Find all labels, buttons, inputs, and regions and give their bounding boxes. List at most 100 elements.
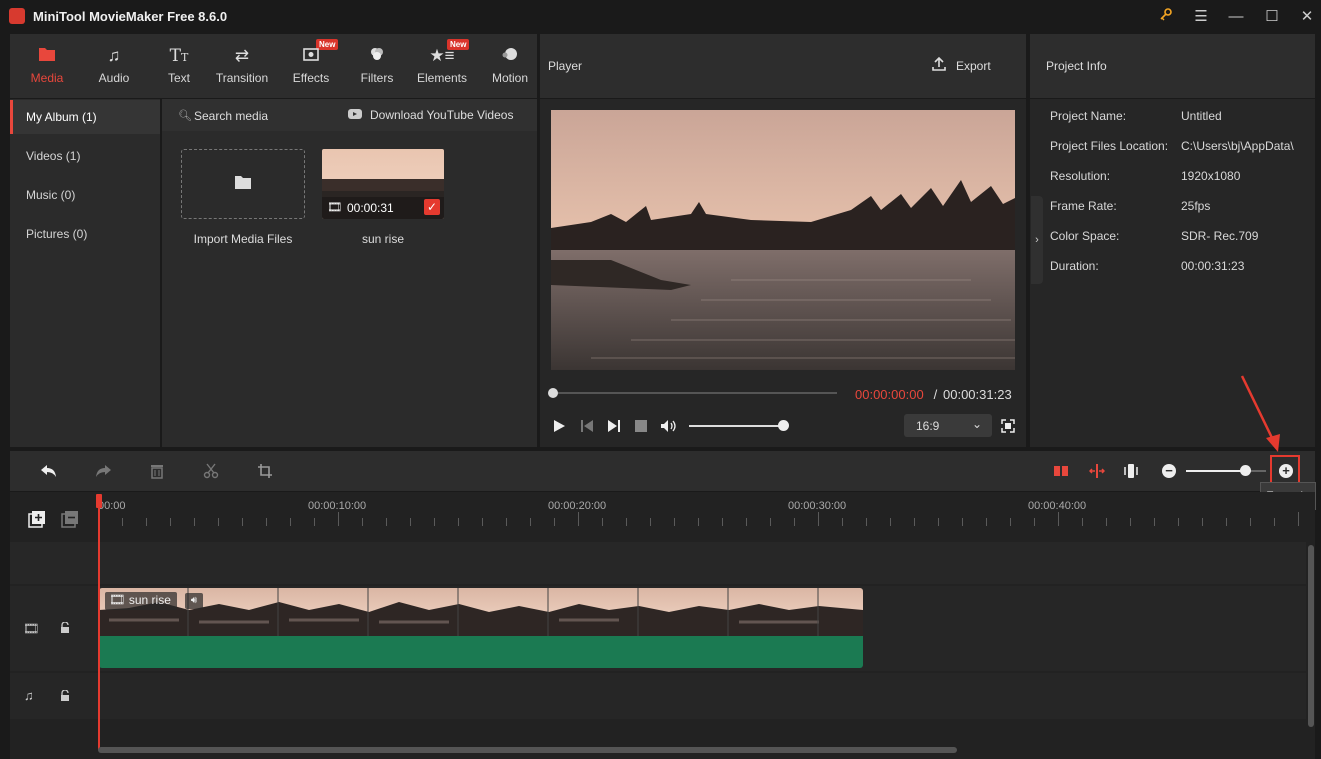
previous-frame-icon[interactable] xyxy=(580,419,594,436)
project-location-label: Project Files Location: xyxy=(1050,139,1169,153)
zoom-handle[interactable] xyxy=(1240,465,1251,476)
lock-icon[interactable] xyxy=(60,621,70,637)
tool-audio[interactable]: ♫ Audio xyxy=(81,34,147,98)
tool-transition[interactable]: ⇄ Transition xyxy=(209,34,275,98)
ruler-tick xyxy=(362,518,363,526)
clip-label: 🎞︎ sun rise xyxy=(105,592,177,610)
ruler-label: 00:00:20:00 xyxy=(548,500,607,512)
play-button[interactable] xyxy=(552,419,566,436)
fit-timeline-icon[interactable] xyxy=(1088,463,1106,482)
ruler-tick xyxy=(1082,518,1083,526)
project-location-value: C:\Users\bj\AppData\ xyxy=(1181,139,1294,153)
redo-icon[interactable] xyxy=(94,463,112,482)
add-track-icon[interactable] xyxy=(28,510,46,531)
sidebar-item-pictures[interactable]: Pictures (0) xyxy=(10,217,160,251)
ruler-tick xyxy=(506,518,507,526)
ruler-tick xyxy=(842,518,843,526)
ruler-tick xyxy=(866,518,867,526)
ruler-tick xyxy=(1250,518,1251,526)
ruler-tick xyxy=(1202,518,1203,526)
ruler-tick xyxy=(794,518,795,526)
playhead-handle[interactable] xyxy=(96,494,102,508)
minimize-button[interactable]: — xyxy=(1223,5,1249,29)
ruler-tick xyxy=(650,518,651,526)
sidebar-item-my-album[interactable]: My Album (1) xyxy=(10,100,160,134)
zoom-in-icon[interactable]: + xyxy=(1279,464,1293,478)
lock-icon[interactable] xyxy=(60,689,70,705)
ruler-tick xyxy=(290,518,291,526)
ruler-tick xyxy=(194,518,195,526)
collapse-panel-button[interactable]: › xyxy=(1031,196,1043,284)
app-logo-icon xyxy=(9,8,25,24)
tool-text[interactable]: TT Text xyxy=(146,34,212,98)
ruler-tick xyxy=(1178,518,1179,526)
chevron-down-icon: ⌄ xyxy=(972,417,983,431)
clip-volume-icon[interactable]: 🔊︎ xyxy=(185,593,203,609)
zoom-slider[interactable] xyxy=(1186,470,1266,472)
media-clip-thumbnail[interactable]: 🎞︎ 00:00:31 ✓ xyxy=(322,149,444,219)
fullscreen-icon[interactable] xyxy=(1001,419,1015,436)
checkmark-icon[interactable]: ✓ xyxy=(424,199,440,215)
ruler-tick xyxy=(626,518,627,526)
tool-media-label: Media xyxy=(30,71,64,85)
folder-icon xyxy=(234,175,252,193)
crop-icon[interactable] xyxy=(257,463,273,482)
ruler-label: 00:00:30:00 xyxy=(788,500,847,512)
tool-media[interactable]: Media xyxy=(14,34,80,98)
horizontal-scrollbar[interactable] xyxy=(98,747,957,753)
tool-motion[interactable]: Motion xyxy=(477,34,543,98)
sidebar-item-videos[interactable]: Videos (1) xyxy=(10,139,160,173)
maximize-button[interactable]: ☐ xyxy=(1259,5,1285,29)
duration-value: 00:00:31:23 xyxy=(1181,259,1245,273)
ruler-tick xyxy=(146,518,147,526)
import-media-label: Import Media Files xyxy=(193,232,293,246)
delete-icon[interactable] xyxy=(149,463,165,482)
tool-effects[interactable]: New Effects xyxy=(278,34,344,98)
elements-icon: ★≡ xyxy=(429,46,455,65)
playhead[interactable] xyxy=(98,494,100,750)
timeline-video-clip[interactable]: 🎞︎ sun rise 🔊︎ xyxy=(99,588,863,668)
tool-effects-label: Effects xyxy=(292,71,330,85)
tool-motion-label: Motion xyxy=(491,71,529,85)
player-header: Player Export xyxy=(540,34,1026,98)
split-audio-icon[interactable] xyxy=(1053,463,1069,482)
undo-icon[interactable] xyxy=(40,463,58,482)
remove-track-icon[interactable] xyxy=(61,510,79,531)
total-time: 00:00:31:23 xyxy=(943,387,1012,402)
ruler-tick xyxy=(962,518,963,526)
export-button[interactable]: Export xyxy=(956,59,991,73)
ruler-tick xyxy=(530,518,531,526)
key-icon[interactable] xyxy=(1153,5,1179,29)
import-media-button[interactable] xyxy=(181,149,305,219)
frame-rate-label: Frame Rate: xyxy=(1050,199,1117,213)
transition-arrows-icon: ⇄ xyxy=(234,46,250,65)
volume-icon[interactable] xyxy=(660,419,678,436)
volume-slider[interactable] xyxy=(689,425,784,427)
current-time: 00:00:00:00 xyxy=(855,387,924,402)
menu-icon[interactable]: ☰ xyxy=(1188,5,1214,29)
volume-handle[interactable] xyxy=(778,420,789,431)
seek-track[interactable] xyxy=(553,392,837,394)
ruler-label: 00:00:40:00 xyxy=(1028,500,1087,512)
tool-filters[interactable]: Filters xyxy=(344,34,410,98)
seek-handle[interactable] xyxy=(548,388,558,398)
search-media-input[interactable]: Search media xyxy=(194,109,268,123)
aspect-ratio-select[interactable]: 16:9 ⌄ xyxy=(904,414,992,437)
snap-icon[interactable] xyxy=(1123,463,1139,482)
ruler-tick xyxy=(578,512,579,526)
media-toolbar: Media ♫ Audio TT Text ⇄ Transition New E… xyxy=(10,34,537,98)
vertical-scrollbar[interactable] xyxy=(1308,545,1314,727)
ruler-tick xyxy=(698,518,699,526)
close-button[interactable]: ✕ xyxy=(1294,5,1320,29)
ruler-tick xyxy=(554,518,555,526)
zoom-out-icon[interactable]: − xyxy=(1162,464,1176,478)
sidebar-item-music[interactable]: Music (0) xyxy=(10,178,160,212)
download-youtube-button[interactable]: Download YouTube Videos xyxy=(370,108,513,122)
scissors-icon[interactable] xyxy=(203,463,219,482)
stop-icon[interactable] xyxy=(635,420,647,432)
ruler-label: 00:00:10:00 xyxy=(308,500,367,512)
text-icon: TT xyxy=(169,46,189,66)
music-note-icon: ♫ xyxy=(107,46,121,65)
tool-elements[interactable]: New ★≡ Elements xyxy=(409,34,475,98)
next-frame-icon[interactable] xyxy=(607,419,621,436)
